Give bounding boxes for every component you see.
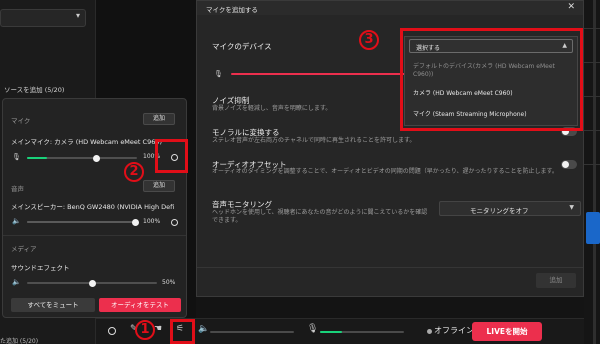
mic-device-name: メインマイク: カメラ (HD Webcam eMeet C960) [11,138,163,146]
speaker-icon[interactable]: 🔈 [198,324,209,334]
effects-volume-slider[interactable] [27,279,157,287]
add-mic-button[interactable]: 追加 [143,113,175,125]
divider [584,28,600,29]
mic-device-label: マイクのデバイス [212,42,272,51]
side-tab-button[interactable] [586,212,600,244]
mic-icon[interactable]: 🎙 [12,153,21,161]
audio-monitoring-desc: ヘッドホンを使用して、視聴者にあなたの音がどのように聞こえているかを確認できます… [212,209,428,224]
chevron-down-icon: ▾ [75,11,80,20]
slider-knob[interactable] [89,279,96,287]
status-dot [427,329,432,334]
test-audio-button[interactable]: オーディオをテスト [99,298,181,312]
sound-effects-label: サウンドエフェクト [11,264,70,272]
offline-status: オフライン [434,326,474,335]
dialog-header: マイクを追加する ✕ [197,1,583,15]
sound-section-title: 音声 [11,185,24,193]
annotation-box-1 [170,319,195,344]
speaker-volume-slider[interactable] [27,218,139,226]
dialog-title: マイクを追加する [206,6,258,14]
chevron-down-icon: ▼ [569,204,574,211]
mic-volume-slider[interactable] [27,154,137,162]
toggle-knob [562,161,569,168]
monitoring-value: モニタリングをオフ [470,207,529,215]
speaker-settings-gear-icon[interactable] [171,219,178,226]
mute-all-button[interactable]: すべてをミュート [11,298,95,312]
scrollbar[interactable] [593,0,596,344]
divider [584,130,600,131]
divider [584,62,600,63]
record-icon[interactable] [108,327,116,335]
audio-settings-popup: マイク 追加 メインマイク: カメラ (HD Webcam eMeet C960… [2,98,187,318]
mic-level-fill [27,157,47,159]
speaker-volume-slider[interactable] [210,331,294,333]
slider-knob[interactable] [93,154,100,162]
annotation-box-2 [155,139,188,173]
annotation-label-2: 2 [124,162,144,182]
add-source-footer[interactable]: た追加 (5/20) [0,336,38,344]
media-section-title: メディア [11,245,37,253]
go-live-button[interactable]: LIVEを開始 [472,322,542,341]
annotation-label-3: 3 [359,30,379,50]
speaker-icon[interactable]: 🔈 [12,217,21,225]
speaker-volume-percent: 100% [143,218,161,225]
add-speaker-button[interactable]: 追加 [143,180,175,192]
hand-icon[interactable]: ☚ [154,324,162,334]
mic-icon[interactable]: 🎙 [307,324,318,334]
audio-offset-desc: オーディオのタイミングを調整することで、オーディオとビデオの同期の問題（早かった… [212,168,558,175]
divider [197,267,583,268]
divider [584,96,600,97]
add-source-header[interactable]: ソースを追加 (5/20) [4,84,64,94]
monitoring-select[interactable]: モニタリングをオフ ▼ [439,201,581,216]
speaker-level-fill [27,221,137,223]
mic-icon: 🎙 [214,70,223,78]
audio-offset-toggle[interactable] [561,160,577,169]
mic-level-meter [231,73,411,75]
annotation-label-1: 1 [135,320,155,340]
divider [3,235,186,236]
mono-desc: ステレオ音声が左右両方のチャネルで同時に再生されることを許可します。 [212,137,416,144]
mic-level-fill [320,331,342,333]
scene-select[interactable]: ▾ [0,9,86,27]
mic-volume-slider[interactable] [320,331,404,333]
effects-volume-percent: 50% [162,279,176,286]
mic-section-title: マイク [11,117,31,125]
divider [584,164,600,165]
annotation-box-3 [400,28,583,131]
speaker-device-name: メインスピーカー: BenQ GW2480 (NVIDIA High Defi [11,203,175,211]
add-button[interactable]: 追加 [536,273,576,288]
slider-knob[interactable] [132,218,139,226]
right-panel [584,0,600,344]
speaker-icon[interactable]: 🔈 [12,278,21,286]
close-icon[interactable]: ✕ [567,2,575,12]
